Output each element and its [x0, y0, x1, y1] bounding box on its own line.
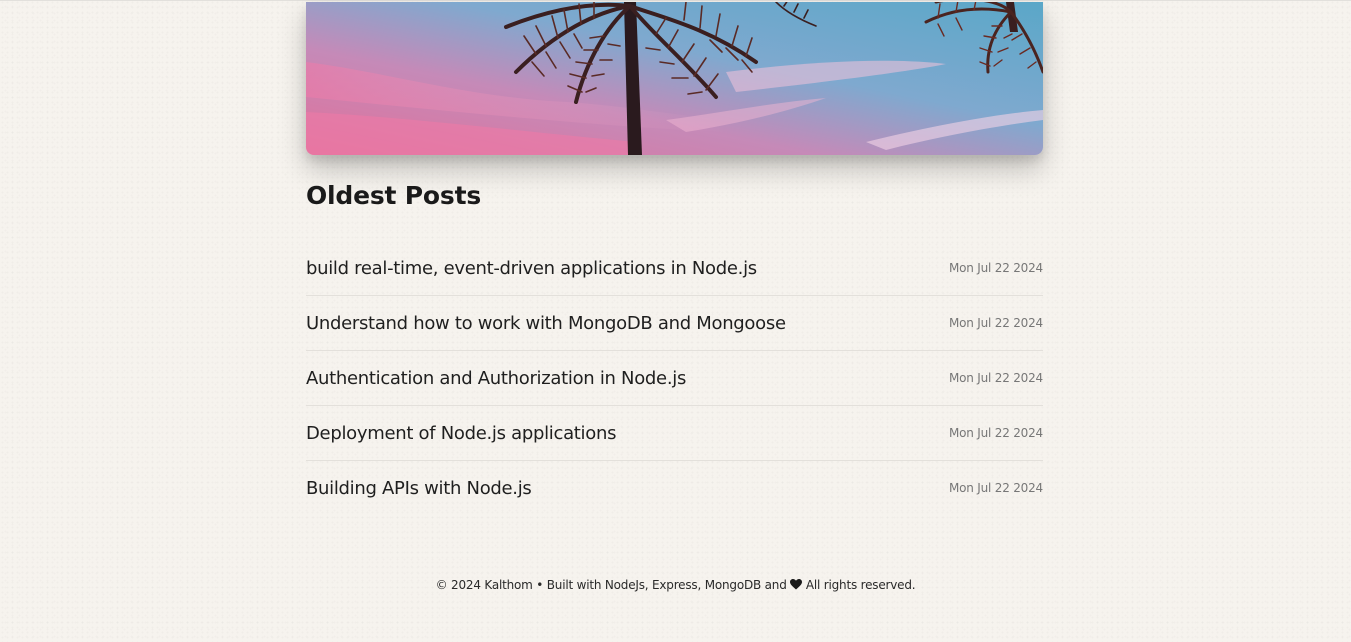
- post-date: Mon Jul 22 2024: [948, 316, 1043, 330]
- post-item[interactable]: Building APIs with Node.js Mon Jul 22 20…: [306, 461, 1043, 515]
- post-date: Mon Jul 22 2024: [948, 261, 1043, 275]
- post-title[interactable]: Building APIs with Node.js: [306, 478, 532, 499]
- heart-icon: [790, 579, 803, 593]
- post-date: Mon Jul 22 2024: [948, 371, 1043, 385]
- oldest-posts-list: build real-time, event-driven applicatio…: [306, 241, 1043, 515]
- post-title[interactable]: build real-time, event-driven applicatio…: [306, 258, 757, 279]
- site-footer: © 2024 Kalthom • Built with NodeJs, Expr…: [0, 578, 1351, 593]
- post-title[interactable]: Authentication and Authorization in Node…: [306, 368, 686, 389]
- oldest-posts-heading: Oldest Posts: [306, 181, 482, 210]
- post-title[interactable]: Deployment of Node.js applications: [306, 423, 616, 444]
- footer-text-before: © 2024 Kalthom • Built with NodeJs, Expr…: [435, 578, 787, 592]
- hero-image: [306, 2, 1043, 155]
- post-item[interactable]: Deployment of Node.js applications Mon J…: [306, 406, 1043, 461]
- post-date: Mon Jul 22 2024: [948, 426, 1043, 440]
- post-item[interactable]: Understand how to work with MongoDB and …: [306, 296, 1043, 351]
- post-item[interactable]: Authentication and Authorization in Node…: [306, 351, 1043, 406]
- footer-text-after: All rights reserved.: [805, 578, 916, 592]
- post-item[interactable]: build real-time, event-driven applicatio…: [306, 241, 1043, 296]
- post-date: Mon Jul 22 2024: [948, 481, 1043, 495]
- post-title[interactable]: Understand how to work with MongoDB and …: [306, 313, 786, 334]
